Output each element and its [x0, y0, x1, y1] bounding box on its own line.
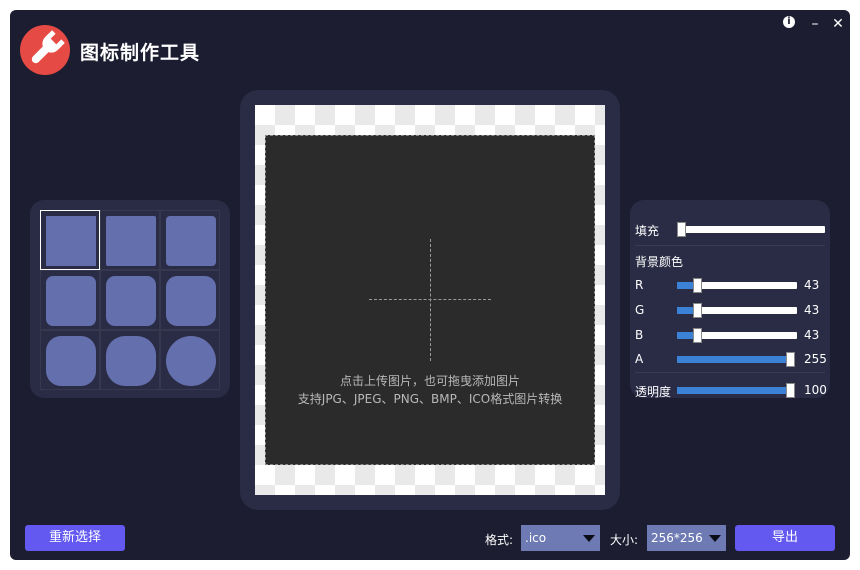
- app-title: 图标制作工具: [80, 42, 201, 64]
- channel-label: A: [635, 352, 644, 366]
- preset-shape-option[interactable]: [160, 330, 220, 390]
- channel-value: 43: [804, 278, 820, 292]
- channel-value: 255: [804, 352, 827, 366]
- rounded-square-icon: [166, 336, 216, 386]
- app-window: 图标制作工具 i – ✕ 点击上传图片，也可拖曳添加图片 支持JPG、JPEG、…: [10, 10, 850, 560]
- upload-drop-area[interactable]: 点击上传图片，也可拖曳添加图片 支持JPG、JPEG、PNG、BMP、ICO格式…: [265, 135, 595, 465]
- opacity-slider[interactable]: [677, 383, 795, 398]
- fill-slider[interactable]: [677, 222, 825, 237]
- channel-slider[interactable]: [677, 303, 797, 318]
- preset-shape-option[interactable]: [40, 210, 100, 270]
- opacity-slider-fill: [677, 387, 795, 394]
- channel-label: R: [635, 278, 644, 292]
- divider: [635, 372, 825, 373]
- channel-slider[interactable]: [677, 328, 797, 343]
- export-button[interactable]: 导出: [735, 525, 835, 551]
- plus-icon-vertical: [430, 239, 431, 361]
- rounded-square-icon: [166, 216, 216, 266]
- format-label: 格式:: [485, 533, 514, 547]
- settings-panel: 填充 背景颜色 R 43 G 43 B 43 A 255 透明度 100: [630, 200, 830, 399]
- size-label: 大小:: [610, 533, 639, 547]
- chevron-down-icon: [583, 535, 595, 542]
- bg-color-label: 背景颜色: [635, 255, 684, 269]
- preset-shape-option[interactable]: [40, 270, 100, 330]
- app-logo: [20, 25, 70, 75]
- rounded-square-icon: [46, 336, 96, 386]
- channel-value: 43: [804, 303, 820, 317]
- divider: [635, 245, 825, 246]
- preset-shape-option[interactable]: [160, 210, 220, 270]
- rounded-square-icon: [46, 216, 96, 266]
- rounded-square-icon: [106, 336, 156, 386]
- channel-slider[interactable]: [677, 352, 795, 367]
- upload-hint: 点击上传图片，也可拖曳添加图片: [339, 374, 520, 388]
- rounded-square-icon: [106, 216, 156, 266]
- canvas-panel: 点击上传图片，也可拖曳添加图片 支持JPG、JPEG、PNG、BMP、ICO格式…: [240, 90, 620, 510]
- size-select-value: 256*256: [651, 531, 703, 545]
- format-hint: 支持JPG、JPEG、PNG、BMP、ICO格式图片转换: [297, 392, 563, 406]
- reselect-button[interactable]: 重新选择: [25, 525, 125, 551]
- close-icon[interactable]: ✕: [830, 16, 846, 32]
- preset-shape-option[interactable]: [40, 330, 100, 390]
- channel-slider-fill: [677, 356, 795, 363]
- transparency-canvas: 点击上传图片，也可拖曳添加图片 支持JPG、JPEG、PNG、BMP、ICO格式…: [255, 105, 605, 495]
- preset-shape-option[interactable]: [100, 210, 160, 270]
- format-select[interactable]: .ico: [521, 525, 600, 551]
- channel-label: G: [635, 303, 645, 317]
- channel-slider-thumb[interactable]: [693, 303, 702, 318]
- preset-grid: [40, 210, 220, 390]
- preset-shape-option[interactable]: [100, 270, 160, 330]
- minimize-icon[interactable]: –: [807, 16, 823, 32]
- size-select[interactable]: 256*256: [647, 525, 726, 551]
- rounded-square-icon: [166, 276, 216, 326]
- chevron-down-icon: [709, 535, 721, 542]
- channel-value: 43: [804, 328, 820, 342]
- opacity-label: 透明度: [635, 385, 672, 399]
- channel-slider-thumb[interactable]: [786, 352, 795, 367]
- channel-slider[interactable]: [677, 278, 797, 293]
- rounded-square-icon: [106, 276, 156, 326]
- channel-slider-thumb[interactable]: [693, 278, 702, 293]
- channel-slider-thumb[interactable]: [693, 328, 702, 343]
- icon-shape-presets: [30, 200, 230, 398]
- preset-shape-option[interactable]: [100, 330, 160, 390]
- channel-label: B: [635, 328, 644, 342]
- rounded-square-icon: [46, 276, 96, 326]
- fill-label: 填充: [635, 224, 660, 238]
- info-icon[interactable]: i: [783, 16, 795, 28]
- opacity-value: 100: [804, 383, 827, 397]
- opacity-slider-thumb[interactable]: [786, 383, 795, 398]
- format-select-value: .ico: [525, 531, 547, 545]
- preset-shape-option[interactable]: [160, 270, 220, 330]
- fill-slider-thumb[interactable]: [677, 222, 686, 237]
- wrench-icon: [31, 30, 65, 64]
